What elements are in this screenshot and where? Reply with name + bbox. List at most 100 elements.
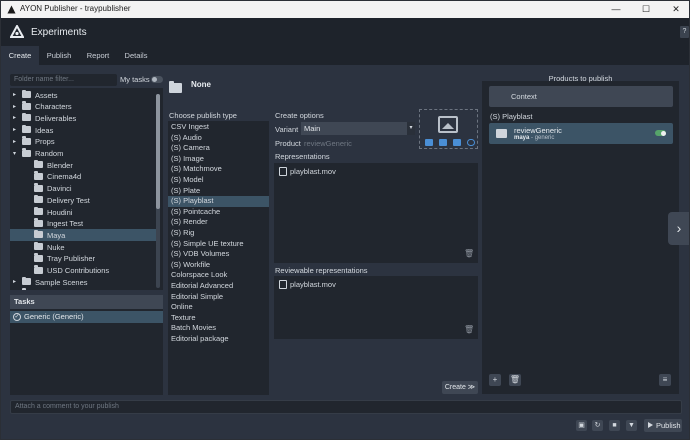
publish-type-item[interactable]: Editorial Simple bbox=[168, 292, 269, 303]
delete-instance-icon[interactable]: 🗑 bbox=[509, 374, 521, 386]
chevron-right-icon[interactable]: › bbox=[668, 212, 689, 245]
variant-input[interactable]: Main bbox=[301, 122, 414, 135]
capture-icon[interactable] bbox=[425, 139, 433, 146]
folder-item-ingest-test[interactable]: Ingest Test bbox=[10, 218, 156, 230]
chevron-right-icon[interactable]: ▸ bbox=[13, 91, 19, 99]
publish-type-item[interactable]: (S) Pointcache bbox=[168, 207, 269, 218]
folder-item-davinci[interactable]: Davinci bbox=[10, 183, 156, 195]
publish-type-item[interactable]: Batch Movies bbox=[168, 323, 269, 334]
variant-dropdown-icon[interactable]: ▾ bbox=[407, 122, 415, 135]
task-item[interactable]: ✓ Generic (Generic) bbox=[10, 311, 163, 323]
folder-item-sample-scenes[interactable]: ▸ Sample Scenes bbox=[10, 276, 156, 288]
publish-button[interactable]: Publish bbox=[644, 419, 682, 432]
minimize-button[interactable]: — bbox=[601, 1, 631, 18]
tab-report[interactable]: Report bbox=[79, 46, 117, 65]
comment-input[interactable]: Attach a comment to your publish bbox=[10, 400, 682, 414]
tab-create[interactable]: Create bbox=[1, 46, 39, 65]
maximize-button[interactable]: ☐ bbox=[631, 1, 661, 18]
save-icon[interactable]: ▣ bbox=[576, 420, 587, 431]
publish-type-item[interactable]: Online bbox=[168, 302, 269, 313]
help-button[interactable]: ? bbox=[680, 26, 689, 38]
chevron-right-icon[interactable]: ▸ bbox=[13, 138, 19, 146]
folder-item-cinema4d[interactable]: Cinema4d bbox=[10, 171, 156, 183]
folder-icon bbox=[22, 136, 31, 145]
publish-type-item[interactable]: Colorspace Look bbox=[168, 270, 269, 281]
product-group-label: (S) Playblast bbox=[490, 112, 533, 121]
add-instance-button[interactable]: + bbox=[489, 374, 501, 386]
publish-type-item[interactable]: Editorial package bbox=[168, 334, 269, 345]
folder-item-maya[interactable]: Maya bbox=[10, 229, 156, 242]
folder-tree-scrollbar[interactable] bbox=[156, 94, 160, 288]
representation-file[interactable]: playblast.mov bbox=[290, 167, 336, 176]
tab-publish[interactable]: Publish bbox=[39, 46, 79, 65]
folder-item-characters[interactable]: ▸ Characters bbox=[10, 101, 156, 113]
publish-type-item[interactable]: Editorial Advanced bbox=[168, 281, 269, 292]
folder-filter-input[interactable]: Folder name filter... bbox=[10, 74, 117, 86]
folder-item-usd-contributions[interactable]: USD Contributions bbox=[10, 265, 156, 277]
folder-label: Random bbox=[35, 149, 64, 158]
browse-icon[interactable] bbox=[453, 139, 461, 146]
context-folder-icon bbox=[169, 81, 182, 93]
folder-item-delivery-test[interactable]: Delivery Test bbox=[10, 194, 156, 206]
trash-icon[interactable]: 🗑 bbox=[464, 250, 474, 258]
folder-item-random[interactable]: ▾ Random bbox=[10, 148, 156, 160]
menu-icon[interactable]: ≡ bbox=[659, 374, 671, 386]
publish-type-item[interactable]: CSV Ingest bbox=[168, 122, 269, 133]
context-item[interactable]: Context bbox=[489, 86, 673, 107]
folder-item-ideas[interactable]: ▸ Ideas bbox=[10, 124, 156, 136]
folder-icon bbox=[34, 183, 43, 192]
publish-type-item[interactable]: (S) Matchmove bbox=[168, 164, 269, 175]
folder-item-deliverables[interactable]: ▸ Deliverables bbox=[10, 112, 156, 124]
folder-item-blender[interactable]: Blender bbox=[10, 159, 156, 171]
chevron-right-icon[interactable]: ▸ bbox=[13, 278, 19, 286]
filter-icon[interactable]: ▼ bbox=[626, 420, 637, 431]
folder-item-props[interactable]: ▸ Props bbox=[10, 136, 156, 148]
instance-context: maya - generic bbox=[514, 135, 555, 141]
trash-icon[interactable]: 🗑 bbox=[464, 326, 474, 334]
folder-label: Cinema4d bbox=[47, 172, 82, 182]
my-tasks-toggle[interactable] bbox=[151, 76, 163, 83]
reviewable-list: playblast.mov 🗑 bbox=[274, 276, 478, 339]
publish-type-item[interactable]: (S) Workfile bbox=[168, 260, 269, 271]
folder-item-sequences[interactable]: ▸Sequences bbox=[10, 288, 156, 290]
folder-icon bbox=[22, 101, 31, 110]
publish-type-item[interactable]: (S) Simple UE texture bbox=[168, 239, 269, 250]
clear-thumbnail-icon[interactable] bbox=[467, 139, 475, 146]
publish-type-item[interactable]: (S) VDB Volumes bbox=[168, 249, 269, 260]
stop-icon[interactable]: ■ bbox=[609, 420, 620, 431]
instance-folder: maya bbox=[514, 135, 530, 141]
folder-label: Ideas bbox=[35, 125, 54, 135]
publish-type-item[interactable]: (S) Image bbox=[168, 154, 269, 165]
product-instance[interactable]: reviewGeneric maya - generic bbox=[489, 123, 673, 144]
publish-type-item[interactable]: (S) Model bbox=[168, 175, 269, 186]
thumbnail-dropzone[interactable] bbox=[419, 109, 478, 149]
folder-icon bbox=[34, 241, 43, 251]
folder-item-assets[interactable]: ▸ Assets bbox=[10, 89, 156, 101]
folder-item-nuke[interactable]: Nuke bbox=[10, 241, 156, 253]
chevron-right-icon[interactable]: ▸ bbox=[13, 103, 19, 111]
publish-type-item[interactable]: (S) Playblast bbox=[168, 196, 269, 207]
chevron-down-icon[interactable]: ▾ bbox=[13, 150, 19, 158]
instance-enable-toggle[interactable] bbox=[655, 130, 666, 136]
publish-type-item[interactable]: (S) Audio bbox=[168, 133, 269, 144]
close-button[interactable]: ✕ bbox=[661, 1, 689, 18]
publish-type-item[interactable]: (S) Plate bbox=[168, 186, 269, 197]
chevron-right-icon[interactable]: ▸ bbox=[13, 126, 19, 134]
chevron-right-icon[interactable]: ▸ bbox=[13, 114, 19, 122]
paste-icon[interactable] bbox=[439, 139, 447, 146]
publish-type-item[interactable]: (S) Camera bbox=[168, 143, 269, 154]
folder-icon bbox=[22, 148, 31, 157]
project-header: Experiments ? bbox=[1, 18, 689, 46]
publish-type-item[interactable]: Texture bbox=[168, 313, 269, 324]
folder-item-houdini[interactable]: Houdini bbox=[10, 206, 156, 218]
reset-icon[interactable]: ↻ bbox=[592, 420, 603, 431]
folder-label: Props bbox=[35, 137, 55, 147]
publish-type-item[interactable]: (S) Rig bbox=[168, 228, 269, 239]
folder-item-tray-publisher[interactable]: Tray Publisher bbox=[10, 253, 156, 265]
publish-type-item[interactable]: (S) Render bbox=[168, 217, 269, 228]
representations-list: playblast.mov 🗑 bbox=[274, 163, 478, 263]
tab-details[interactable]: Details bbox=[117, 46, 155, 65]
reviewable-file[interactable]: playblast.mov bbox=[290, 280, 336, 289]
create-button[interactable]: Create ≫ bbox=[442, 381, 478, 394]
publish-type-list: CSV Ingest (S) Audio (S) Camera (S) Image (S… bbox=[168, 121, 269, 395]
